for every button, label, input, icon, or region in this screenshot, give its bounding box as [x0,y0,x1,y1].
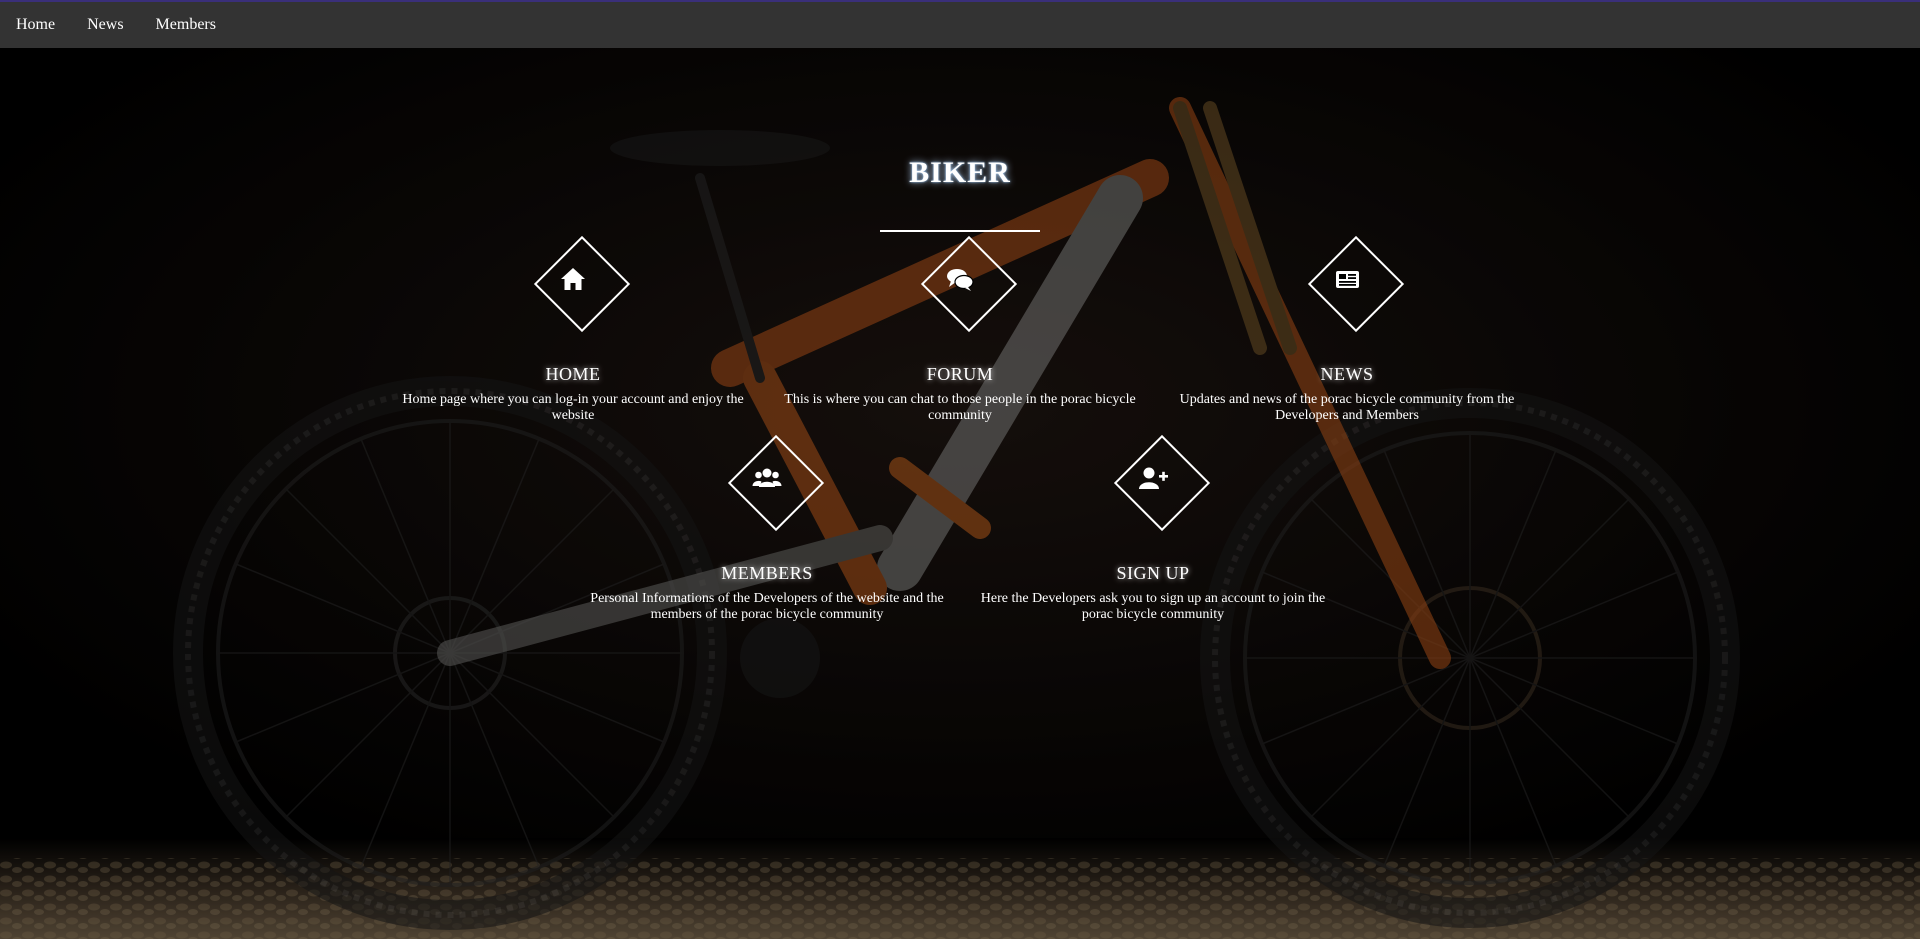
nav-link-members[interactable]: Members [140,2,232,48]
feature-description: Home page where you can log-in your acco… [402,392,744,423]
feature-description: This is where you can chat to those peop… [784,392,1136,423]
nav-link-home[interactable]: Home [0,2,71,48]
feature-sign-up[interactable]: SIGN UP Here the Developers ask you to s… [973,434,1333,629]
nav-link-news[interactable]: News [71,2,139,48]
user-plus-icon [1136,461,1170,495]
title-underline-divider [880,230,1040,232]
feature-members[interactable]: MEMBERS Personal Informations of the Dev… [587,434,947,629]
top-navigation-bar: Home News Members [0,0,1920,48]
feature-news[interactable]: NEWS Updates and news of the porac bicyc… [1167,235,1527,430]
feature-title: NEWS [1320,364,1374,384]
feature-title: HOME [545,364,601,384]
feature-description: Updates and news of the porac bicycle co… [1179,392,1515,423]
users-icon [750,461,784,495]
home-icon [556,262,590,296]
feature-description: Here the Developers ask you to sign up a… [980,591,1326,622]
feature-home[interactable]: HOME Home page where you can log-in your… [393,235,753,430]
feature-description: Personal Informations of the Developers … [590,591,944,622]
hero-section: BIKER HOME Home page where you can log-i… [0,48,1920,939]
feature-title: FORUM [926,364,994,384]
chat-icon [943,262,977,296]
feature-forum[interactable]: FORUM This is where you can chat to thos… [780,235,1140,430]
newspaper-icon [1330,262,1364,296]
feature-title: MEMBERS [721,563,813,583]
page-title: BIKER [909,156,1011,189]
feature-title: SIGN UP [1116,563,1190,583]
